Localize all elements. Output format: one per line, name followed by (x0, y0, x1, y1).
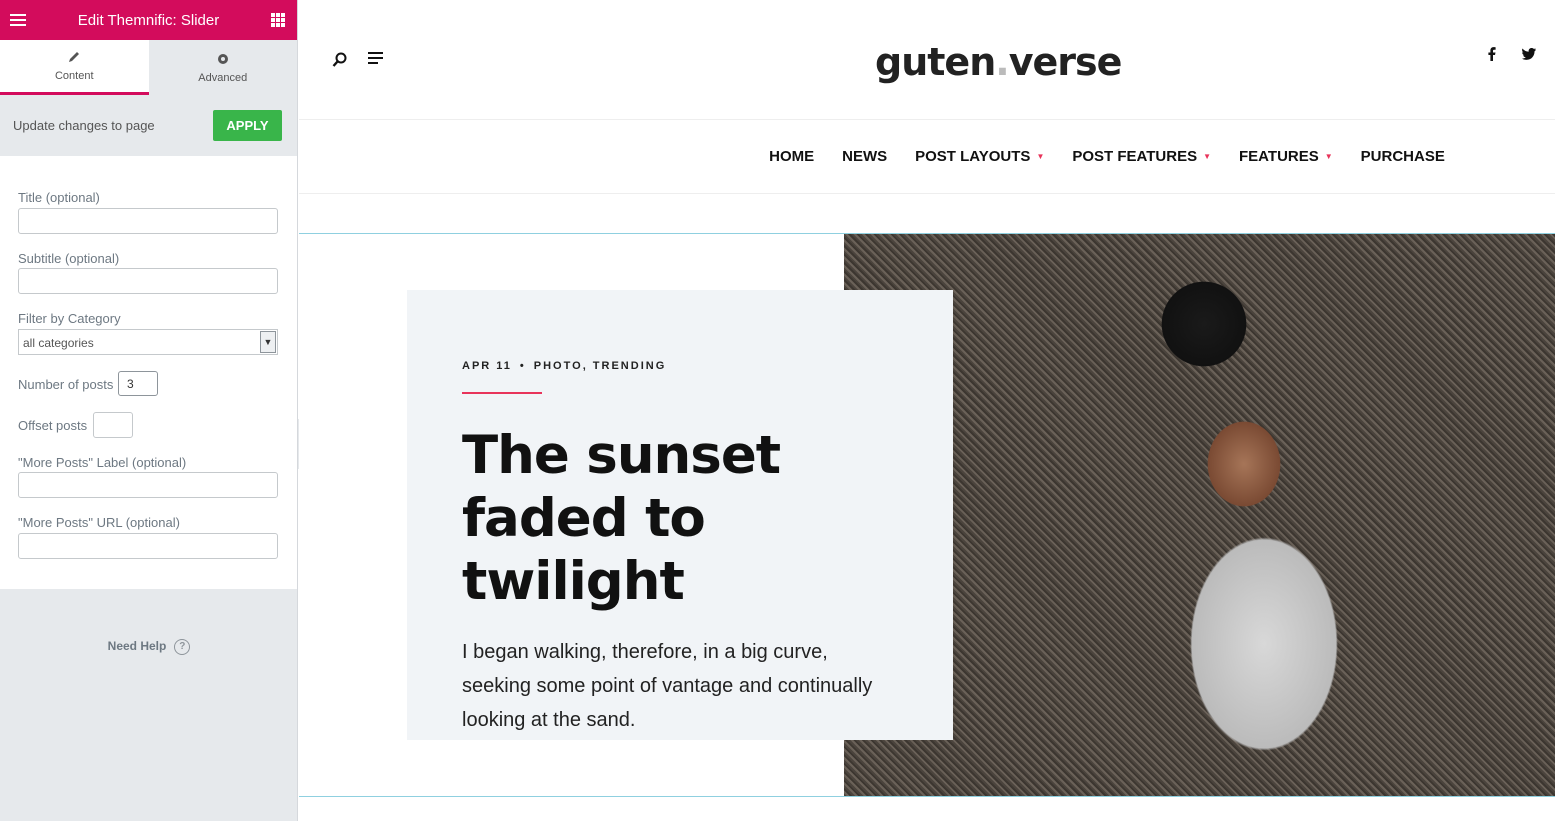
post-meta: APR 11 • PHOTO, TRENDING (462, 360, 898, 372)
category-select[interactable]: all categories ▼ (18, 329, 278, 355)
facebook-icon[interactable] (1488, 47, 1496, 61)
more-url-label: "More Posts" URL (optional) (18, 515, 180, 530)
menu-lines-icon[interactable] (368, 52, 383, 64)
hero-card: APR 11 • PHOTO, TRENDING The sunset faded … (407, 290, 953, 740)
nav-item-news[interactable]: NEWS (842, 148, 887, 165)
post-headline[interactable]: The sunset faded to twilight (462, 424, 898, 613)
search-icon[interactable] (332, 52, 348, 68)
site-logo[interactable]: guten.verse (875, 40, 1123, 84)
nav-news-label: NEWS (842, 148, 888, 165)
main-nav: HOME NEWS POST LAYOUTS ▼ POST FEATURES ▼ F… (299, 120, 1555, 194)
nav-home-label: HOME (769, 148, 815, 165)
tab-advanced-label: Advanced (198, 71, 248, 84)
nav-post-features-label: POST FEATURES (1072, 148, 1198, 165)
pencil-icon (69, 52, 80, 62)
caret-down-icon: ▼ (1203, 152, 1212, 161)
update-bar: Update changes to page APPLY (0, 95, 297, 156)
panel-tabs: Content Advanced (0, 40, 297, 95)
tab-advanced[interactable]: Advanced (149, 40, 298, 95)
chevron-down-icon[interactable]: ▼ (260, 331, 276, 353)
more-label-input[interactable] (18, 472, 278, 498)
nav-item-post-features[interactable]: POST FEATURES ▼ (1072, 148, 1211, 165)
title-label: Title (optional) (18, 190, 100, 205)
update-text: Update changes to page (13, 118, 155, 133)
accent-divider (462, 392, 542, 394)
nav-item-home[interactable]: HOME (769, 148, 814, 165)
caret-down-icon: ▼ (1324, 152, 1333, 161)
subtitle-label: Subtitle (optional) (18, 251, 120, 266)
hero-slider[interactable]: APR 11 • PHOTO, TRENDING The sunset faded … (299, 233, 1555, 797)
more-url-input[interactable] (18, 533, 278, 559)
site-preview: guten.verse HOME NEWS POST LAYOUTS ▼ POST… (299, 0, 1555, 821)
nav-purchase-label: PURCHASE (1360, 148, 1445, 165)
title-input[interactable] (18, 208, 278, 234)
num-posts-label: Number of posts (18, 377, 114, 392)
post-date: APR 11 (462, 360, 512, 372)
nav-post-layouts-label: POST LAYOUTS (915, 148, 1031, 165)
panel-title: Edit Themnific: Slider (77, 11, 220, 29)
gear-icon (217, 53, 228, 64)
widgets-grid-icon[interactable] (270, 13, 285, 27)
post-excerpt: I began walking, therefore, in a big cur… (462, 641, 873, 731)
offset-input[interactable] (93, 412, 133, 438)
nav-item-features[interactable]: FEATURES ▼ (1239, 148, 1333, 165)
post-categories[interactable]: PHOTO, TRENDING (534, 360, 666, 372)
caret-down-icon: ▼ (1036, 152, 1045, 161)
subtitle-input[interactable] (18, 268, 278, 294)
logo-left: guten (875, 40, 996, 84)
site-header: guten.verse (299, 0, 1555, 120)
meta-bullet: • (519, 360, 526, 372)
editor-panel: Edit Themnific: Slider Content Advanced … (0, 0, 298, 821)
need-help-label: Need Help (107, 639, 167, 653)
twitter-icon[interactable] (1522, 48, 1536, 60)
question-icon: ? (174, 639, 191, 655)
tab-content-label: Content (54, 70, 94, 82)
hamburger-menu-icon[interactable] (10, 14, 26, 26)
tab-content[interactable]: Content (0, 40, 149, 95)
logo-right: verse (1008, 40, 1123, 84)
panel-header: Edit Themnific: Slider (0, 0, 297, 40)
more-label-label: "More Posts" Label (optional) (18, 455, 187, 470)
logo-dot: . (995, 40, 1009, 84)
category-label: Filter by Category (18, 311, 121, 326)
offset-label: Offset posts (18, 418, 88, 433)
apply-button[interactable]: APPLY (213, 110, 282, 141)
category-select-value: all categories (23, 336, 94, 350)
nav-item-purchase[interactable]: PURCHASE (1361, 148, 1445, 165)
nav-features-label: FEATURES (1239, 148, 1319, 165)
need-help[interactable]: Need Help ? (0, 589, 298, 821)
num-posts-input[interactable]: 3 (118, 371, 158, 396)
controls-section: Title (optional) Subtitle (optional) Fil… (0, 156, 297, 589)
nav-item-post-layouts[interactable]: POST LAYOUTS ▼ (915, 148, 1044, 165)
